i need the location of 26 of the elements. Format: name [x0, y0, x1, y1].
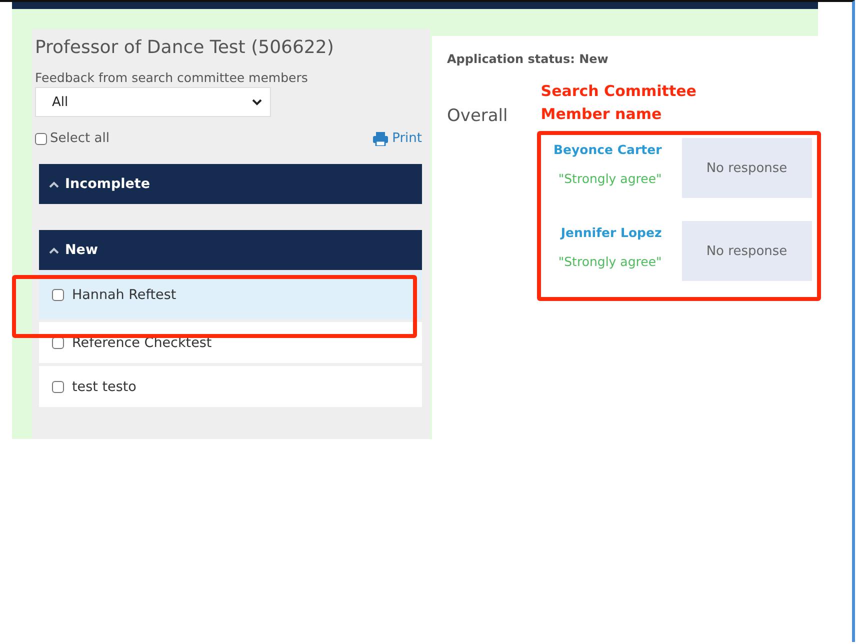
chevron-down-icon [252, 98, 262, 106]
application-status: Application status: New [447, 52, 610, 66]
caret-icon [49, 180, 59, 188]
filter-dropdown[interactable]: All [35, 87, 271, 117]
response-bubble: No response [682, 138, 812, 198]
select-all-checkbox[interactable]: Select all [35, 131, 110, 146]
group-header[interactable]: Incomplete [39, 164, 422, 204]
reviewer-rating: "Strongly agree" [558, 254, 662, 269]
section-label: Overall [447, 106, 508, 128]
applicant-row[interactable]: Reference Checktest [39, 322, 422, 363]
checkbox-icon[interactable] [52, 380, 64, 392]
applicant-row[interactable]: Hannah Reftest [39, 271, 422, 319]
printer-icon [373, 132, 388, 146]
reviewer-rating: "Strongly agree" [558, 171, 662, 186]
caret-icon [49, 246, 59, 254]
applicant-name: Hannah Reftest [72, 287, 176, 303]
applicant-name: Reference Checktest [72, 334, 212, 350]
checkbox-icon[interactable] [52, 289, 64, 301]
print-link[interactable]: Print [373, 131, 422, 146]
group-header[interactable]: New [39, 230, 422, 270]
response-bubble: No response [682, 221, 812, 281]
annotation-text: Search Committee Member name [540, 81, 698, 125]
applicant-name: test testo [72, 378, 136, 394]
filter-label: Feedback from search committee members [35, 70, 309, 85]
applicant-row[interactable]: test testo [39, 366, 422, 407]
job-title: Professor of Dance Test (506622) [35, 37, 335, 58]
